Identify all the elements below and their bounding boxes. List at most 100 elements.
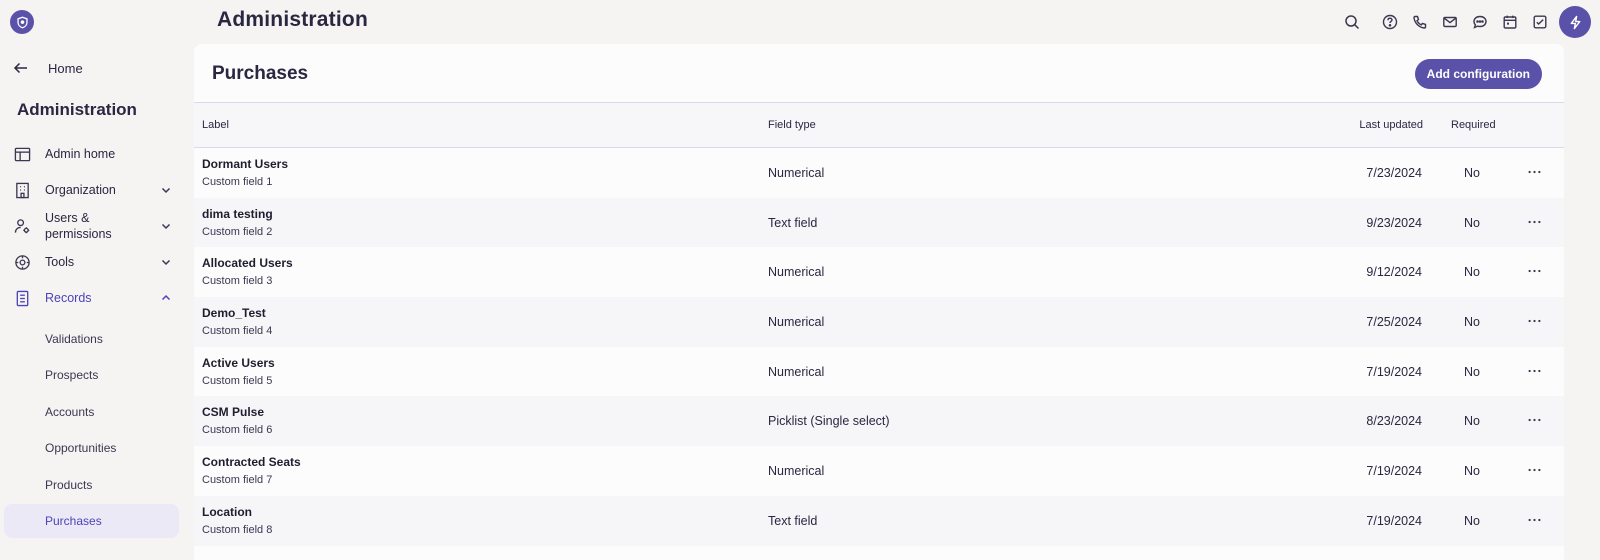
more-options-icon[interactable]: [1524, 313, 1544, 329]
table-row[interactable]: Location Custom field 8 Text field 7/19/…: [194, 495, 1564, 546]
help-icon[interactable]: [1375, 7, 1405, 37]
column-header-field-type[interactable]: Field type: [768, 119, 816, 131]
field-type: Picklist (Single select): [768, 414, 890, 429]
sidebar-item-label: Organization: [45, 183, 116, 197]
field-label: Demo_Test: [202, 306, 266, 321]
more-options-icon[interactable]: [1524, 263, 1544, 279]
more-options-icon[interactable]: [1524, 512, 1544, 528]
search-icon[interactable]: [1337, 7, 1367, 37]
column-header-label[interactable]: Label: [202, 119, 229, 131]
field-sublabel: Custom field 5: [202, 374, 273, 387]
field-sublabel: Custom field 3: [202, 275, 273, 288]
sidebar-item-records[interactable]: Records: [0, 280, 194, 316]
sidebar-item-users-permissions[interactable]: Users & permissions: [0, 208, 194, 244]
sidebar-item-admin-home[interactable]: Admin home: [0, 136, 194, 172]
header-actions: [1337, 0, 1600, 44]
field-label-cell: Dormant Users Custom field 1: [202, 157, 288, 188]
table-row[interactable]: Dormant Users Custom field 1 Numerical 7…: [194, 148, 1564, 198]
field-type: Numerical: [768, 265, 825, 280]
field-label-cell: Allocated Users Custom field 3: [202, 256, 293, 287]
required-value: No: [1464, 315, 1480, 330]
bolt-icon[interactable]: [1559, 6, 1591, 38]
sidebar-item-organization[interactable]: Organization: [0, 172, 194, 208]
field-type: Text field: [768, 215, 818, 230]
required-value: No: [1464, 265, 1480, 280]
table-row[interactable]: Allocated Users Custom field 3 Numerical…: [194, 247, 1564, 298]
layout-icon: [13, 145, 31, 163]
required-value: No: [1464, 364, 1480, 379]
field-sublabel: Custom field 4: [202, 325, 273, 338]
document-icon: [13, 289, 31, 307]
sidebar-item-tools[interactable]: Tools: [0, 244, 194, 280]
sidebar-nav: Admin home Organization Users & permissi…: [0, 136, 194, 540]
table-row[interactable]: Contracted Seats Custom field 7 Numerica…: [194, 446, 1564, 496]
field-label: Contracted Seats: [202, 455, 301, 470]
last-updated: 7/23/2024: [1366, 166, 1422, 180]
right-gutter: [1564, 44, 1600, 560]
last-updated: 8/23/2024: [1366, 414, 1422, 429]
required-value: No: [1464, 464, 1480, 479]
sidebar-item-label: Admin home: [45, 147, 116, 161]
table-row[interactable]: CSM Pulse Custom field 6 Picklist (Singl…: [194, 396, 1564, 447]
required-value: No: [1464, 215, 1480, 230]
sidebar-item-label: Users & permissions: [45, 211, 112, 241]
table-header: Label Field type Last updated Required: [194, 102, 1564, 148]
field-label-cell: Location Custom field 8: [202, 505, 272, 536]
arrow-left-icon: [13, 62, 27, 74]
table-row[interactable]: Demo_Test Custom field 4 Numerical 7/25/…: [194, 297, 1564, 347]
chevron-down-icon[interactable]: [160, 184, 172, 196]
more-options-icon[interactable]: [1524, 164, 1544, 180]
table-row[interactable]: Active Users Custom field 5 Numerical 7/…: [194, 346, 1564, 397]
chevron-up-icon[interactable]: [160, 292, 172, 304]
sidebar-title: Administration: [17, 100, 137, 119]
sidebar-subitem-accounts[interactable]: Accounts: [4, 395, 179, 429]
add-configuration-button[interactable]: Add configuration: [1414, 59, 1542, 89]
field-label-cell: Active Users Custom field 5: [202, 356, 275, 387]
page-header-title: Administration: [217, 8, 368, 31]
last-updated: 7/19/2024: [1366, 364, 1422, 379]
chevron-down-icon[interactable]: [160, 220, 172, 232]
mail-icon[interactable]: [1435, 7, 1465, 37]
table-body: Dormant Users Custom field 1 Numerical 7…: [194, 148, 1564, 546]
app-logo-icon[interactable]: [10, 10, 34, 34]
phone-icon[interactable]: [1405, 7, 1435, 37]
field-label: Active Users: [202, 355, 275, 370]
building-icon: [13, 181, 31, 199]
field-label-cell: dima testing Custom field 2: [202, 207, 273, 238]
last-updated: 7/19/2024: [1366, 513, 1422, 528]
calendar-icon[interactable]: [1495, 7, 1525, 37]
user-gear-icon: [13, 217, 31, 235]
records-sub-nav: Validations Prospects Accounts Opportuni…: [0, 322, 194, 538]
field-label: CSM Pulse: [202, 405, 265, 420]
sidebar-subitem-prospects[interactable]: Prospects: [4, 358, 179, 392]
home-link[interactable]: Home: [12, 56, 83, 80]
sidebar-item-label: Records: [45, 291, 92, 305]
last-updated: 7/19/2024: [1366, 464, 1422, 479]
field-label-cell: CSM Pulse Custom field 6: [202, 405, 272, 436]
sidebar-subitem-purchases[interactable]: Purchases: [4, 503, 179, 538]
field-sublabel: Custom field 6: [202, 424, 273, 437]
field-type: Numerical: [768, 364, 825, 379]
more-options-icon[interactable]: [1524, 214, 1544, 230]
table-row[interactable]: dima testing Custom field 2 Text field 9…: [194, 197, 1564, 248]
sidebar-subitem-products[interactable]: Products: [4, 468, 179, 502]
chevron-down-icon[interactable]: [160, 256, 172, 268]
task-icon[interactable]: [1525, 7, 1555, 37]
more-options-icon[interactable]: [1524, 462, 1544, 478]
last-updated: 7/25/2024: [1366, 315, 1422, 330]
page-title: Purchases: [212, 63, 309, 84]
column-header-required[interactable]: Required: [1451, 119, 1496, 131]
field-label-cell: Contracted Seats Custom field 7: [202, 455, 301, 486]
sidebar-item-label: Tools: [45, 255, 75, 269]
more-options-icon[interactable]: [1524, 412, 1544, 428]
field-label: Location: [202, 504, 252, 519]
more-options-icon[interactable]: [1524, 363, 1544, 379]
sidebar-subitem-opportunities[interactable]: Opportunities: [4, 431, 179, 465]
last-updated: 9/12/2024: [1366, 265, 1422, 280]
field-type: Numerical: [768, 315, 825, 330]
sidebar-subitem-validations[interactable]: Validations: [4, 322, 179, 356]
field-type: Numerical: [768, 166, 825, 180]
chat-icon[interactable]: [1465, 7, 1495, 37]
field-label: Allocated Users: [202, 256, 293, 271]
column-header-last-updated[interactable]: Last updated: [1359, 119, 1423, 131]
